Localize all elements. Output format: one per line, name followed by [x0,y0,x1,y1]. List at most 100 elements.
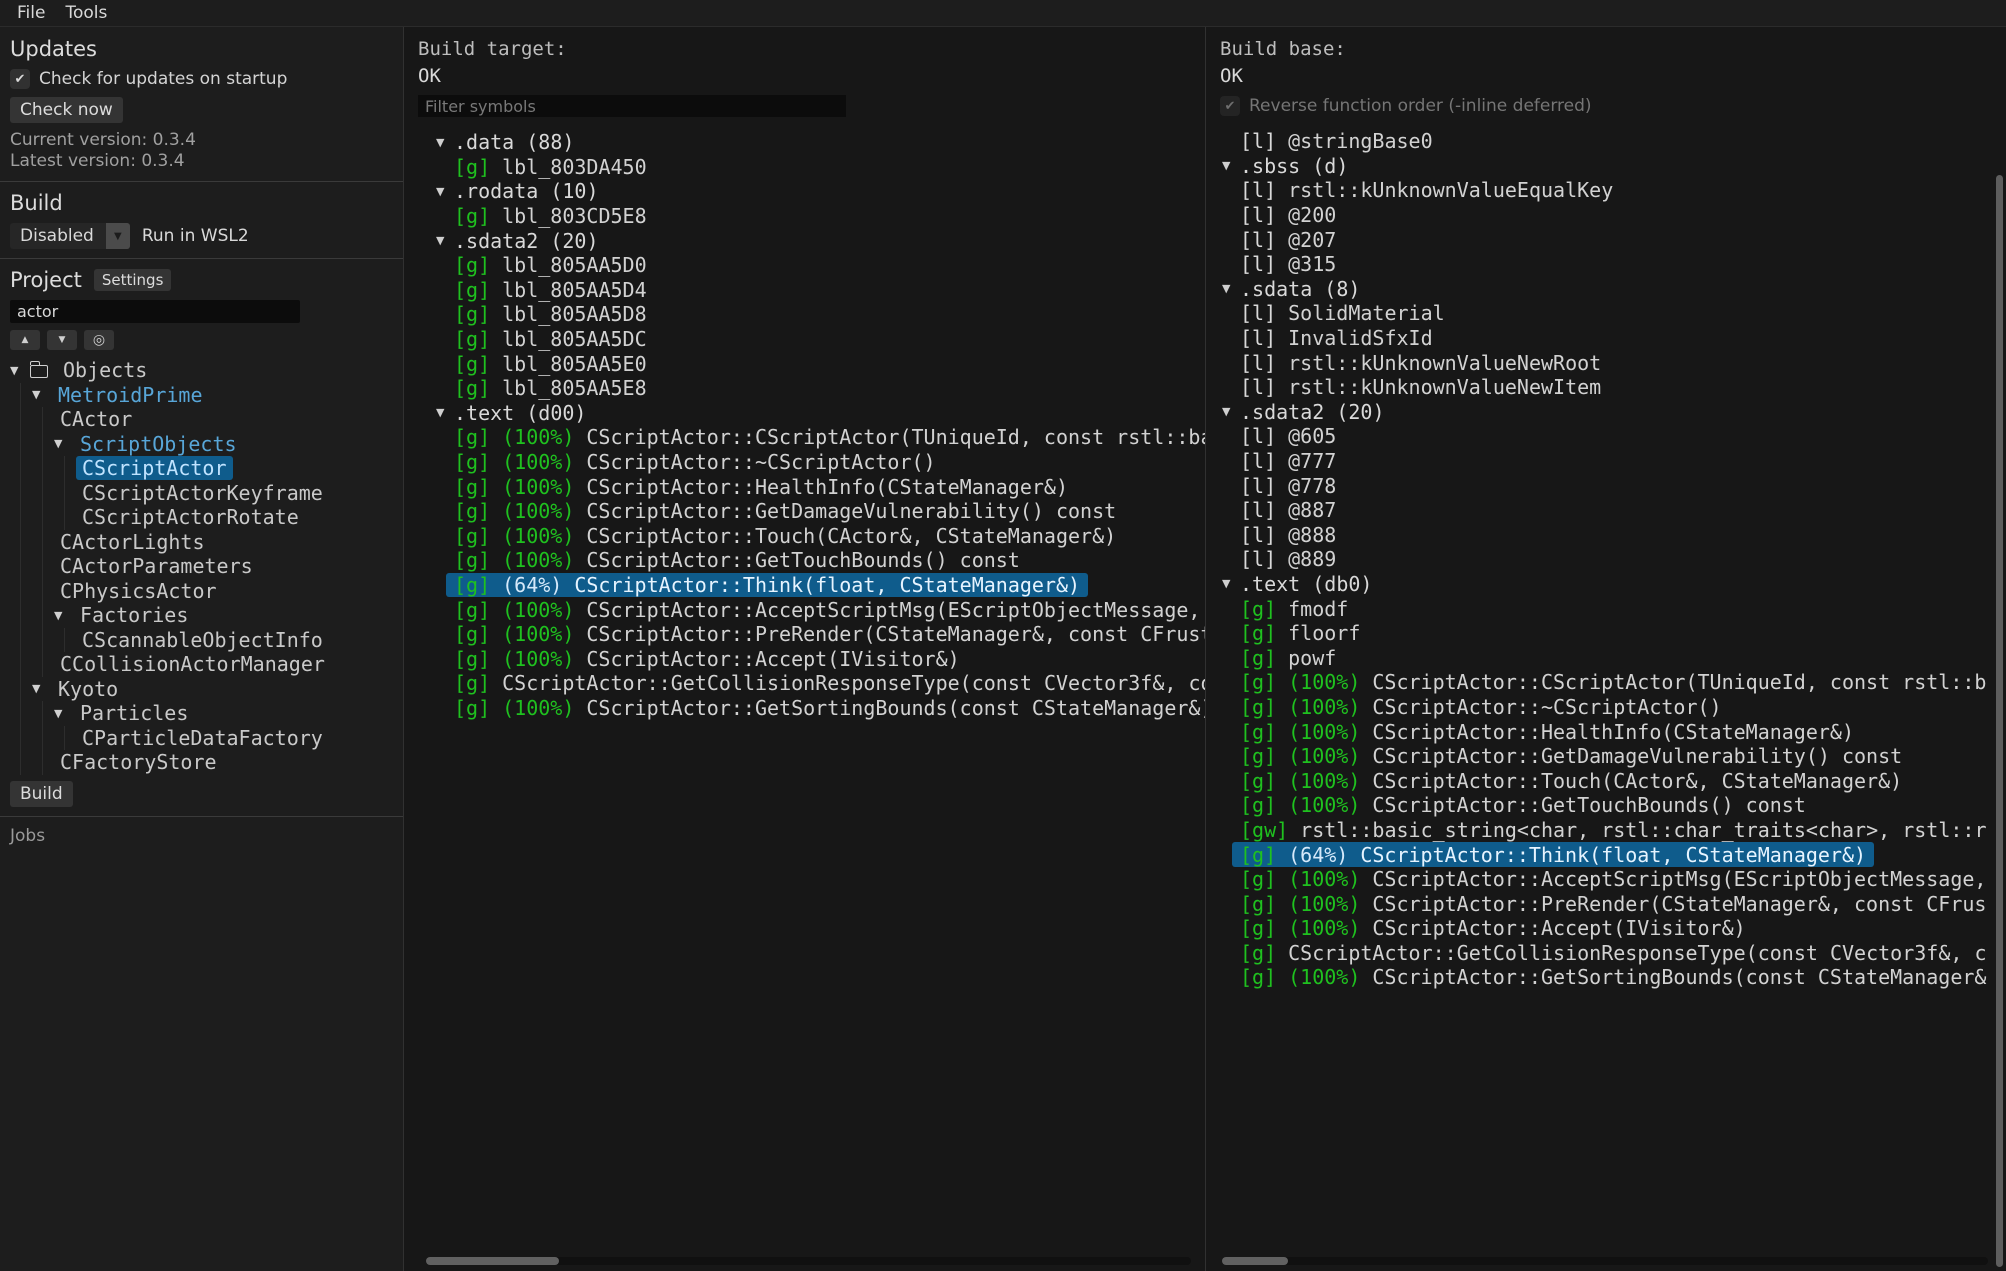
tree-item-metroidprime[interactable]: ▼MetroidPrime [10,383,393,408]
symbol-row[interactable]: [g](100%)CScriptActor::Accept(IVisitor&) [1212,916,2006,941]
symbol-row[interactable]: [g]floorf [1212,621,2006,646]
symbol-row[interactable]: [l]rstl::kUnknownValueNewItem [1212,375,2006,400]
menu-tools[interactable]: Tools [56,2,116,24]
symbol-row[interactable]: [l]@888 [1212,523,2006,548]
section-header[interactable]: ▼.sdata (8) [1212,277,2006,302]
symbol-row[interactable]: [g](100%)CScriptActor::~CScriptActor() [1212,695,2006,720]
symbol-row[interactable]: [l]rstl::kUnknownValueNewRoot [1212,350,2006,375]
symbol-row[interactable]: [g](100%)CScriptActor::CScriptActor(TUni… [1212,670,2006,695]
symbol-row[interactable]: [g](100%)CScriptActor::Touch(CActor&, CS… [1212,768,2006,793]
symbol-row[interactable]: [g](100%)CScriptActor::PreRender(CStateM… [426,622,1205,647]
tree-item-cactorlights[interactable]: CActorLights [10,530,393,555]
chevron-down-icon[interactable]: ▼ [32,388,52,401]
chevron-down-icon[interactable]: ▼ [436,406,454,419]
symbol-row[interactable]: [g]powf [1212,645,2006,670]
section-header[interactable]: ▼.sdata2 (20) [426,228,1205,253]
tree-item-cparticledatafactory[interactable]: CParticleDataFactory [10,726,393,751]
tree-item-cfactorystore[interactable]: CFactoryStore [10,750,393,775]
tree-item-factories[interactable]: ▼Factories [10,603,393,628]
tree-item-objects[interactable]: ▼Objects [10,358,393,383]
chevron-down-icon[interactable]: ▼ [1222,577,1240,590]
symbol-row[interactable]: [g](64%)CScriptActor::Think(float, CStat… [426,573,1205,598]
locate-current-button[interactable]: ◎ [84,330,114,350]
tree-item-cscriptactorkeyframe[interactable]: CScriptActorKeyframe [10,481,393,506]
symbol-row[interactable]: [g](100%)CScriptActor::HealthInfo(CState… [1212,719,2006,744]
tree-item-cscriptactorrotate[interactable]: CScriptActorRotate [10,505,393,530]
symbol-row[interactable]: [g](100%)CScriptActor::AcceptScriptMsg(E… [426,597,1205,622]
symbol-row[interactable]: [g](100%)CScriptActor::Accept(IVisitor&) [426,646,1205,671]
symbol-row[interactable]: [g]lbl_805AA5D8 [426,302,1205,327]
symbol-row[interactable]: [l]rstl::kUnknownValueEqualKey [1212,178,2006,203]
symbol-row[interactable]: [l]SolidMaterial [1212,301,2006,326]
symbol-row[interactable]: [g](100%)CScriptActor::AcceptScriptMsg(E… [1212,867,2006,892]
chevron-down-icon[interactable]: ▼ [1222,405,1240,418]
check-now-button[interactable]: Check now [10,97,123,123]
tree-item-cactor[interactable]: CActor [10,407,393,432]
section-header[interactable]: ▼.data (88) [426,130,1205,155]
settings-button[interactable]: Settings [94,269,172,291]
symbol-row[interactable]: [g](100%)CScriptActor::GetTouchBounds() … [1212,793,2006,818]
chevron-down-icon[interactable]: ▼ [436,185,454,198]
section-header[interactable]: ▼.sdata2 (20) [1212,400,2006,425]
section-header[interactable]: ▼.rodata (10) [426,179,1205,204]
horizontal-scrollbar-thumb[interactable] [1222,1257,1288,1265]
build-type-dropdown[interactable]: Disabled ▼ [10,223,130,249]
symbol-row[interactable]: [l]@315 [1212,252,2006,277]
chevron-down-icon[interactable]: ▼ [54,707,74,720]
symbol-row[interactable]: [g]lbl_805AA5DC [426,327,1205,352]
chevron-down-icon[interactable]: ▼ [32,682,52,695]
section-header[interactable]: ▼.text (db0) [1212,572,2006,597]
horizontal-scrollbar[interactable] [1222,1257,1988,1265]
chevron-down-icon[interactable]: ▼ [10,364,30,377]
chevron-down-icon[interactable]: ▼ [436,234,454,247]
symbol-row[interactable]: [l]@207 [1212,227,2006,252]
symbol-row[interactable]: [g](100%)CScriptActor::GetDamageVulnerab… [426,499,1205,524]
chevron-down-icon[interactable]: ▼ [54,437,74,450]
symbol-row[interactable]: [g]CScriptActor::GetCollisionResponseTyp… [1212,941,2006,966]
symbol-row[interactable]: [l]@200 [1212,203,2006,228]
symbol-row[interactable]: [g](100%)CScriptActor::PreRender(CStateM… [1212,891,2006,916]
horizontal-scrollbar[interactable] [426,1257,1191,1265]
symbol-row[interactable]: [g](100%)CScriptActor::GetSortingBounds(… [426,696,1205,721]
chevron-down-icon[interactable]: ▼ [1222,159,1240,172]
object-search-input[interactable] [10,300,300,323]
symbol-row[interactable]: [g]CScriptActor::GetCollisionResponseTyp… [426,671,1205,696]
symbol-row[interactable]: [g]lbl_805AA5E0 [426,351,1205,376]
tree-item-scriptobjects[interactable]: ▼ScriptObjects [10,432,393,457]
tree-item-kyoto[interactable]: ▼Kyoto [10,677,393,702]
symbol-row[interactable]: [g]lbl_803CD5E8 [426,204,1205,229]
symbol-row[interactable]: [g]lbl_805AA5D4 [426,278,1205,303]
horizontal-scrollbar-thumb[interactable] [426,1257,559,1265]
build-button[interactable]: Build [10,781,73,807]
symbol-row[interactable]: [l]@778 [1212,473,2006,498]
tree-item-cscannableobjectinfo[interactable]: CScannableObjectInfo [10,628,393,653]
symbol-row[interactable]: [g]lbl_803DA450 [426,155,1205,180]
symbol-row[interactable]: [l]@887 [1212,498,2006,523]
menu-file[interactable]: File [8,2,54,24]
tree-item-particles[interactable]: ▼Particles [10,701,393,726]
collapse-all-button[interactable]: ▲ [10,330,40,350]
symbol-row[interactable]: [g](100%)CScriptActor::GetDamageVulnerab… [1212,744,2006,769]
chevron-down-icon[interactable]: ▼ [1222,282,1240,295]
updates-checkbox-row[interactable]: ✔ Check for updates on startup [10,69,393,89]
symbol-row[interactable]: [g](100%)CScriptActor::GetTouchBounds() … [426,548,1205,573]
symbol-row[interactable]: [g](100%)CScriptActor::CScriptActor(TUni… [426,425,1205,450]
symbol-row[interactable]: [g](100%)CScriptActor::~CScriptActor() [426,450,1205,475]
vertical-scrollbar-thumb[interactable] [1996,175,2003,1267]
section-header[interactable]: ▼.sbss (d) [1212,154,2006,179]
symbol-row[interactable]: [l]@777 [1212,449,2006,474]
chevron-down-icon[interactable]: ▼ [436,136,454,149]
checkbox-checked[interactable]: ✔ [10,69,30,89]
symbol-row[interactable]: [gw]rstl::basic_string<char, rstl::char_… [1212,818,2006,843]
symbol-row[interactable]: [g]fmodf [1212,596,2006,621]
symbol-row[interactable]: [g]lbl_805AA5E8 [426,376,1205,401]
symbol-row[interactable]: [l]@stringBase0 [1212,129,2006,154]
expand-all-button[interactable]: ▼ [47,330,77,350]
chevron-down-icon[interactable]: ▼ [54,609,74,622]
section-header[interactable]: ▼.text (d00) [426,401,1205,426]
symbol-row[interactable]: [l]InvalidSfxId [1212,326,2006,351]
symbol-row[interactable]: [l]@605 [1212,424,2006,449]
tree-item-ccollisionactormanager[interactable]: CCollisionActorManager [10,652,393,677]
symbol-row[interactable]: [l]@889 [1212,547,2006,572]
tree-item-cphysicsactor[interactable]: CPhysicsActor [10,579,393,604]
